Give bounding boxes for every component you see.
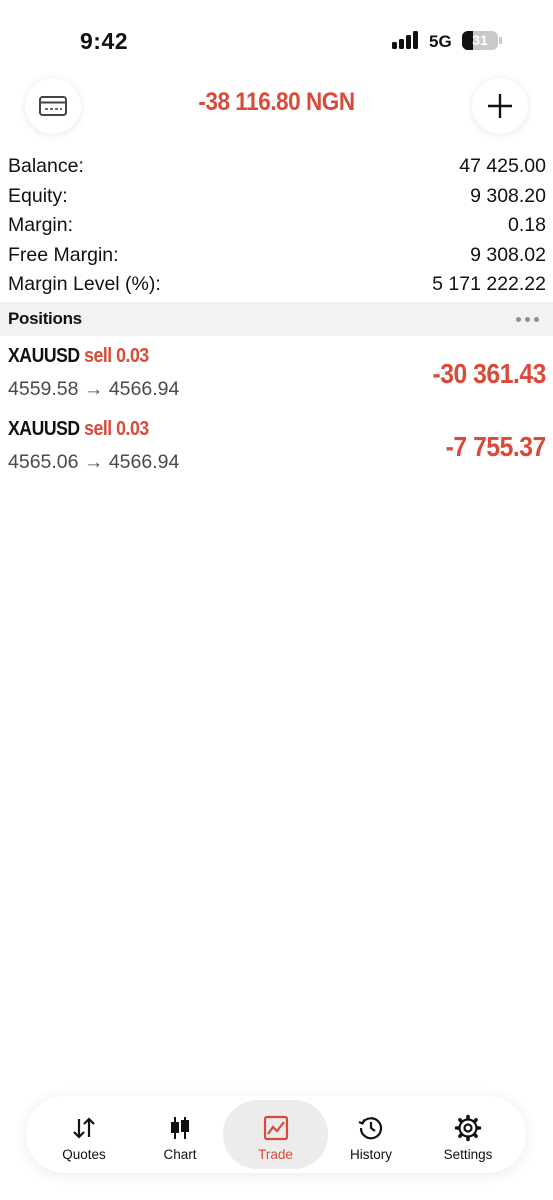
tab-label: History <box>349 1147 392 1162</box>
position-side: sell 0.03 <box>84 345 149 367</box>
new-order-button[interactable] <box>472 78 528 134</box>
summary-row-free-margin: Free Margin: 9 308.02 <box>8 241 546 271</box>
position-side: sell 0.03 <box>84 418 149 440</box>
tab-chart[interactable]: Chart <box>132 1100 228 1169</box>
candlestick-icon <box>171 1117 189 1139</box>
tab-quotes[interactable]: Quotes <box>36 1100 132 1169</box>
summary-label: Equity: <box>8 184 68 207</box>
position-profit: -30 361.43 <box>432 358 547 389</box>
summary-value: 5 171 222.22 <box>432 273 546 296</box>
battery-percent: 31 <box>472 32 488 48</box>
summary-row-margin-level: Margin Level (%): 5 171 222.22 <box>8 270 546 300</box>
tab-label: Chart <box>163 1147 197 1162</box>
position-symbol: XAUUSD <box>8 418 80 440</box>
tab-trade[interactable]: Trade <box>223 1100 328 1169</box>
position-row[interactable]: XAUUSD sell 0.03 4559.58 → 4566.94 -30 3… <box>8 345 546 409</box>
positions-section-header: Positions <box>0 302 553 336</box>
summary-row-balance: Balance: 47 425.00 <box>8 152 546 182</box>
summary-value: 0.18 <box>508 214 546 237</box>
tab-label: Quotes <box>62 1147 106 1162</box>
summary-value: 9 308.02 <box>470 243 546 266</box>
account-total-profit: -38 116.80 NGN <box>198 88 355 116</box>
tab-label: Settings <box>443 1147 493 1162</box>
card-icon <box>39 96 67 116</box>
network-label: 5G <box>429 32 452 51</box>
summary-label: Balance: <box>8 155 84 178</box>
history-clock-icon <box>358 1117 383 1140</box>
account-summary: Balance: 47 425.00 Equity: 9 308.20 Marg… <box>8 152 546 300</box>
bottom-tab-bar: Quotes Chart Trade History Settings <box>26 1096 526 1173</box>
summary-value: 47 425.00 <box>459 155 546 178</box>
positions-title: Positions <box>8 309 82 328</box>
summary-row-equity: Equity: 9 308.20 <box>8 182 546 212</box>
summary-label: Margin Level (%): <box>8 273 161 296</box>
trade-chart-icon <box>263 1115 288 1141</box>
gear-icon <box>454 1114 482 1142</box>
position-row[interactable]: XAUUSD sell 0.03 4565.06 → 4566.94 -7 75… <box>8 418 546 482</box>
signal-icon <box>392 31 420 49</box>
summary-label: Margin: <box>8 214 74 237</box>
tab-label: Trade <box>258 1147 293 1162</box>
tab-history[interactable]: History <box>323 1100 419 1169</box>
position-symbol: XAUUSD <box>8 345 80 367</box>
tab-settings[interactable]: Settings <box>420 1100 516 1169</box>
status-time: 9:42 <box>80 28 129 54</box>
battery-icon: 31 <box>462 31 498 50</box>
summary-label: Free Margin: <box>8 243 119 266</box>
summary-row-margin: Margin: 0.18 <box>8 211 546 241</box>
position-prices: 4565.06 → 4566.94 <box>8 451 180 473</box>
plus-icon <box>488 94 512 118</box>
summary-value: 9 308.20 <box>470 184 546 207</box>
position-prices: 4559.58 → 4566.94 <box>8 378 180 400</box>
ellipsis-icon[interactable] <box>516 316 545 322</box>
position-profit: -7 755.37 <box>445 431 547 462</box>
account-card-button[interactable] <box>25 78 81 134</box>
sort-arrows-icon <box>73 1117 95 1139</box>
battery-tip <box>499 37 502 44</box>
status-bar: 9:42 5G 31 <box>0 0 553 70</box>
